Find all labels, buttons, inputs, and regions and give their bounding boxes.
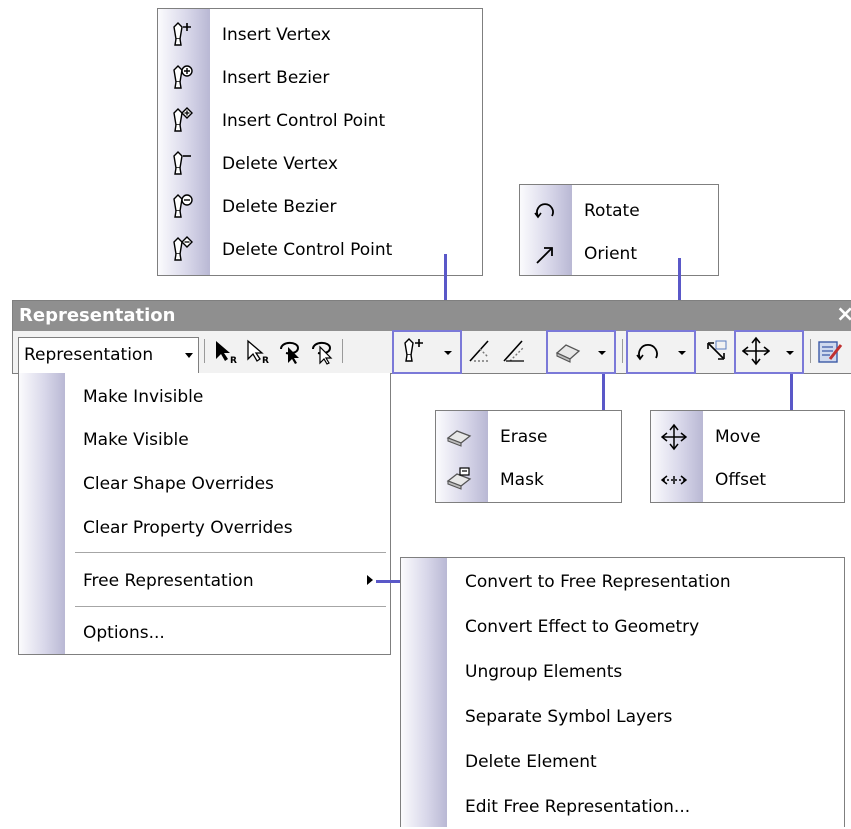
insert-bezier-icon <box>173 65 193 89</box>
toolbar-separator <box>342 339 343 363</box>
menu-item-move[interactable]: Move <box>651 415 844 459</box>
representation-menu-label: Representation <box>24 345 154 365</box>
menu-item-mask[interactable]: Mask <box>436 458 621 502</box>
toolbar-separator <box>622 339 623 363</box>
menu-item-label: Delete Element <box>465 752 597 772</box>
vertex-edit-menu: Insert Vertex Insert Bezier Insert Contr… <box>157 8 483 276</box>
toolbar-title-bar[interactable]: Representation × <box>13 301 851 331</box>
delete-vertex-icon <box>173 151 191 175</box>
menu-item-options[interactable]: Options... <box>19 611 390 655</box>
move-tool-icon[interactable] <box>742 335 770 367</box>
toolbar-separator <box>810 339 811 363</box>
menu-item-label: Clear Property Overrides <box>83 518 293 538</box>
reshape-tool-icon[interactable] <box>466 335 494 367</box>
menu-item-rotate[interactable]: Rotate <box>520 189 718 233</box>
chevron-down-icon <box>185 353 193 358</box>
menu-item-clear-shape-overrides[interactable]: Clear Shape Overrides <box>19 462 390 506</box>
eraser-tool-icon[interactable] <box>554 335 582 367</box>
move-menu: Move Offset <box>650 410 845 503</box>
free-representation-menu: Convert to Free Representation Convert E… <box>400 557 845 827</box>
menu-item-label: Options... <box>83 623 165 643</box>
menu-separator <box>75 606 386 607</box>
menu-item-edit-free-representation[interactable]: Edit Free Representation... <box>401 785 844 829</box>
menu-item-clear-property-overrides[interactable]: Clear Property Overrides <box>19 506 390 550</box>
menu-item-make-visible[interactable]: Make Visible <box>19 418 390 462</box>
representation-menu: Make Invisible Make Visible Clear Shape … <box>18 373 391 655</box>
menu-item-label: Move <box>715 427 761 447</box>
svg-text:R: R <box>230 356 237 366</box>
menu-item-erase[interactable]: Erase <box>436 415 621 459</box>
menu-item-insert-bezier[interactable]: Insert Bezier <box>158 56 482 100</box>
menu-item-free-representation[interactable]: Free Representation <box>19 559 390 603</box>
representation-properties-icon[interactable] <box>816 335 844 367</box>
lasso-direct-select-tool-icon[interactable] <box>308 335 336 367</box>
chevron-right-icon <box>367 575 373 585</box>
toolbar-separator <box>204 339 205 363</box>
lasso-select-tool-icon[interactable] <box>276 335 304 367</box>
menu-item-delete-control-point[interactable]: Delete Control Point <box>158 228 482 272</box>
menu-item-label: Convert Effect to Geometry <box>465 617 700 637</box>
menu-item-label: Insert Vertex <box>222 25 331 45</box>
chevron-down-icon[interactable] <box>678 351 686 355</box>
menu-item-convert-to-free-representation[interactable]: Convert to Free Representation <box>401 560 844 604</box>
menu-separator <box>75 552 386 553</box>
menu-item-insert-control-point[interactable]: Insert Control Point <box>158 99 482 143</box>
chevron-down-icon[interactable] <box>786 351 794 355</box>
menu-item-insert-vertex[interactable]: Insert Vertex <box>158 13 482 57</box>
menu-item-label: Delete Control Point <box>222 240 393 260</box>
menu-item-label: Erase <box>500 427 548 447</box>
menu-item-label: Mask <box>500 470 544 490</box>
menu-item-make-invisible[interactable]: Make Invisible <box>19 375 390 419</box>
reshape-line-tool-icon[interactable] <box>500 335 528 367</box>
menu-item-label: Delete Bezier <box>222 197 337 217</box>
menu-item-label: Rotate <box>584 201 640 221</box>
orient-icon <box>536 247 553 264</box>
menu-item-label: Make Invisible <box>83 387 204 407</box>
menu-item-delete-bezier[interactable]: Delete Bezier <box>158 185 482 229</box>
menu-item-label: Edit Free Representation... <box>465 797 691 817</box>
insert-vertex-tool-icon[interactable] <box>398 335 426 367</box>
toolbar-title: Representation <box>19 305 176 326</box>
insert-vertex-icon <box>173 22 191 46</box>
menu-item-delete-element[interactable]: Delete Element <box>401 740 844 784</box>
delete-control-point-icon <box>173 236 193 261</box>
direct-select-tool-icon[interactable]: R <box>244 335 272 367</box>
erase-menu: Erase Mask <box>435 410 622 503</box>
select-representation-tool-icon[interactable]: R <box>212 335 240 367</box>
menu-item-label: Clear Shape Overrides <box>83 474 274 494</box>
chevron-down-icon[interactable] <box>598 351 606 355</box>
rotate-icon <box>534 203 554 219</box>
menu-item-label: Offset <box>715 470 767 490</box>
delete-bezier-icon <box>173 194 193 218</box>
menu-item-orient[interactable]: Orient <box>520 232 718 276</box>
eraser-icon <box>446 430 472 447</box>
menu-item-label: Ungroup Elements <box>465 662 623 682</box>
menu-item-label: Insert Bezier <box>222 68 330 88</box>
menu-item-ungroup-elements[interactable]: Ungroup Elements <box>401 650 844 694</box>
representation-menu-button[interactable]: Representation <box>18 337 199 373</box>
menu-item-separate-symbol-layers[interactable]: Separate Symbol Layers <box>401 695 844 739</box>
rotate-tool-icon[interactable] <box>634 335 662 367</box>
menu-item-offset[interactable]: Offset <box>651 458 844 502</box>
mask-icon <box>446 467 472 490</box>
menu-item-label: Free Representation <box>83 571 254 591</box>
rotate-menu: Rotate Orient <box>519 184 719 276</box>
menu-item-convert-effect-to-geometry[interactable]: Convert Effect to Geometry <box>401 605 844 649</box>
resize-tool-icon[interactable] <box>703 335 731 367</box>
close-icon[interactable]: × <box>836 302 851 327</box>
menu-item-label: Make Visible <box>83 430 189 450</box>
menu-item-label: Delete Vertex <box>222 154 338 174</box>
chevron-down-icon[interactable] <box>444 351 452 355</box>
insert-control-point-icon <box>173 107 193 132</box>
menu-item-label: Convert to Free Representation <box>465 572 731 592</box>
menu-item-label: Insert Control Point <box>222 111 386 131</box>
offset-icon <box>661 475 687 485</box>
svg-text:R: R <box>262 356 269 366</box>
menu-item-delete-vertex[interactable]: Delete Vertex <box>158 142 482 186</box>
menu-item-label: Separate Symbol Layers <box>465 707 673 727</box>
move-icon <box>661 423 687 451</box>
menu-item-label: Orient <box>584 244 637 264</box>
